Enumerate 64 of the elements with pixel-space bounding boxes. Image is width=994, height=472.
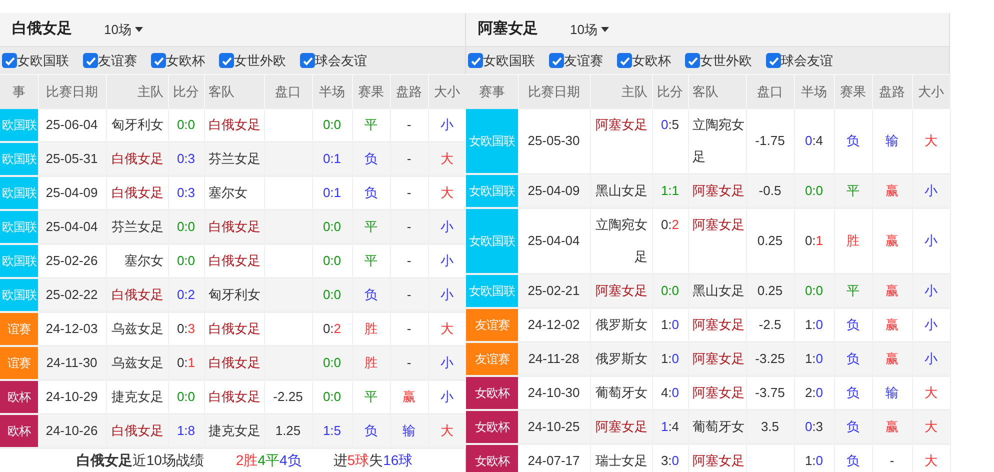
competition-tag: 欧杯 (0, 380, 38, 414)
checkmark-icon (470, 54, 482, 66)
competition-tag: 友谊赛 (466, 342, 518, 376)
score-cell: 3:0 (652, 444, 688, 472)
competition-tag: 欧国联 (0, 210, 38, 244)
games-dropdown[interactable]: 10场 (104, 20, 144, 40)
checkmark-icon (550, 54, 562, 66)
competition-tag: 女欧国联 (466, 274, 518, 308)
halftime-cell: 1:5 (312, 414, 352, 448)
away-team-cell: 阿塞女足 (688, 444, 746, 472)
competition-tag: 女欧国联 (466, 108, 518, 174)
checkmark-icon (302, 54, 314, 66)
date-cell: 24-07-17 (518, 444, 590, 472)
competition-tag: 女欧杯 (466, 376, 518, 410)
home-team-cell: 白俄女足 (106, 414, 168, 448)
trend-cell: 输 (390, 414, 428, 448)
competition-tag: 女欧杯 (466, 410, 518, 444)
score-cell: 1:8 (168, 414, 204, 448)
handicap-cell: 1.25 (264, 414, 312, 448)
competition-tag: 友谊赛 (466, 308, 518, 342)
goals-text: 进5球失16球 (333, 451, 413, 470)
competition-tag: 女欧国联 (466, 174, 518, 208)
filter-checkbox[interactable]: 女世外欧 (219, 50, 286, 70)
checkmark-icon (686, 54, 698, 66)
caret-icon (135, 27, 144, 32)
result-cell: 负 (352, 414, 390, 448)
over-under-cell: 大 (912, 444, 950, 472)
filter-checkbox[interactable]: 友谊赛 (83, 50, 137, 70)
checkmark-icon (152, 54, 164, 66)
filter-checkbox[interactable]: 女欧国联 (2, 50, 69, 70)
filter-checkbox[interactable]: 球会友谊 (766, 50, 833, 70)
filter-checkbox[interactable]: 友谊赛 (549, 50, 603, 70)
games-dropdown[interactable]: 10场 (570, 20, 610, 40)
competition-tag: 欧杯 (0, 414, 38, 448)
filter-checkbox[interactable]: 女欧国联 (468, 50, 535, 70)
competition-tag: 欧国联 (0, 278, 38, 312)
trend-cell: - (872, 444, 912, 472)
checkmark-icon (618, 54, 630, 66)
checkmark-icon (220, 54, 232, 66)
competition-tag: 谊赛 (0, 312, 38, 346)
competition-tag: 谊赛 (0, 346, 38, 380)
away-team-cell: 捷克女足 (204, 414, 264, 448)
checkmark-icon (4, 54, 16, 66)
summary-title: 白俄女足近10场战绩 (76, 451, 204, 470)
competition-tag: 欧国联 (0, 176, 38, 210)
caret-icon (601, 27, 610, 32)
competition-tag: 女欧国联 (466, 208, 518, 274)
competition-tag: 欧国联 (0, 244, 38, 278)
home-team-cell: 瑞士女足 (590, 444, 652, 472)
date-cell: 24-10-26 (38, 414, 106, 448)
competition-tag: 欧国联 (0, 108, 38, 142)
result-cell: 负 (834, 444, 872, 472)
team-title: 阿塞女足 (478, 19, 538, 40)
competition-tag: 欧国联 (0, 142, 38, 176)
checkmark-icon (84, 54, 96, 66)
halftime-cell: 1:0 (794, 444, 834, 472)
filter-checkbox[interactable]: 球会友谊 (300, 50, 367, 70)
competition-tag: 女欧杯 (466, 444, 518, 472)
team-title: 白俄女足 (12, 19, 72, 40)
record-text: 2胜4平4负 (236, 451, 302, 470)
filter-checkbox[interactable]: 女欧杯 (151, 50, 205, 70)
checkmark-icon (768, 54, 780, 66)
filter-checkbox[interactable]: 女世外欧 (685, 50, 752, 70)
filter-checkbox[interactable]: 女欧杯 (617, 50, 671, 70)
